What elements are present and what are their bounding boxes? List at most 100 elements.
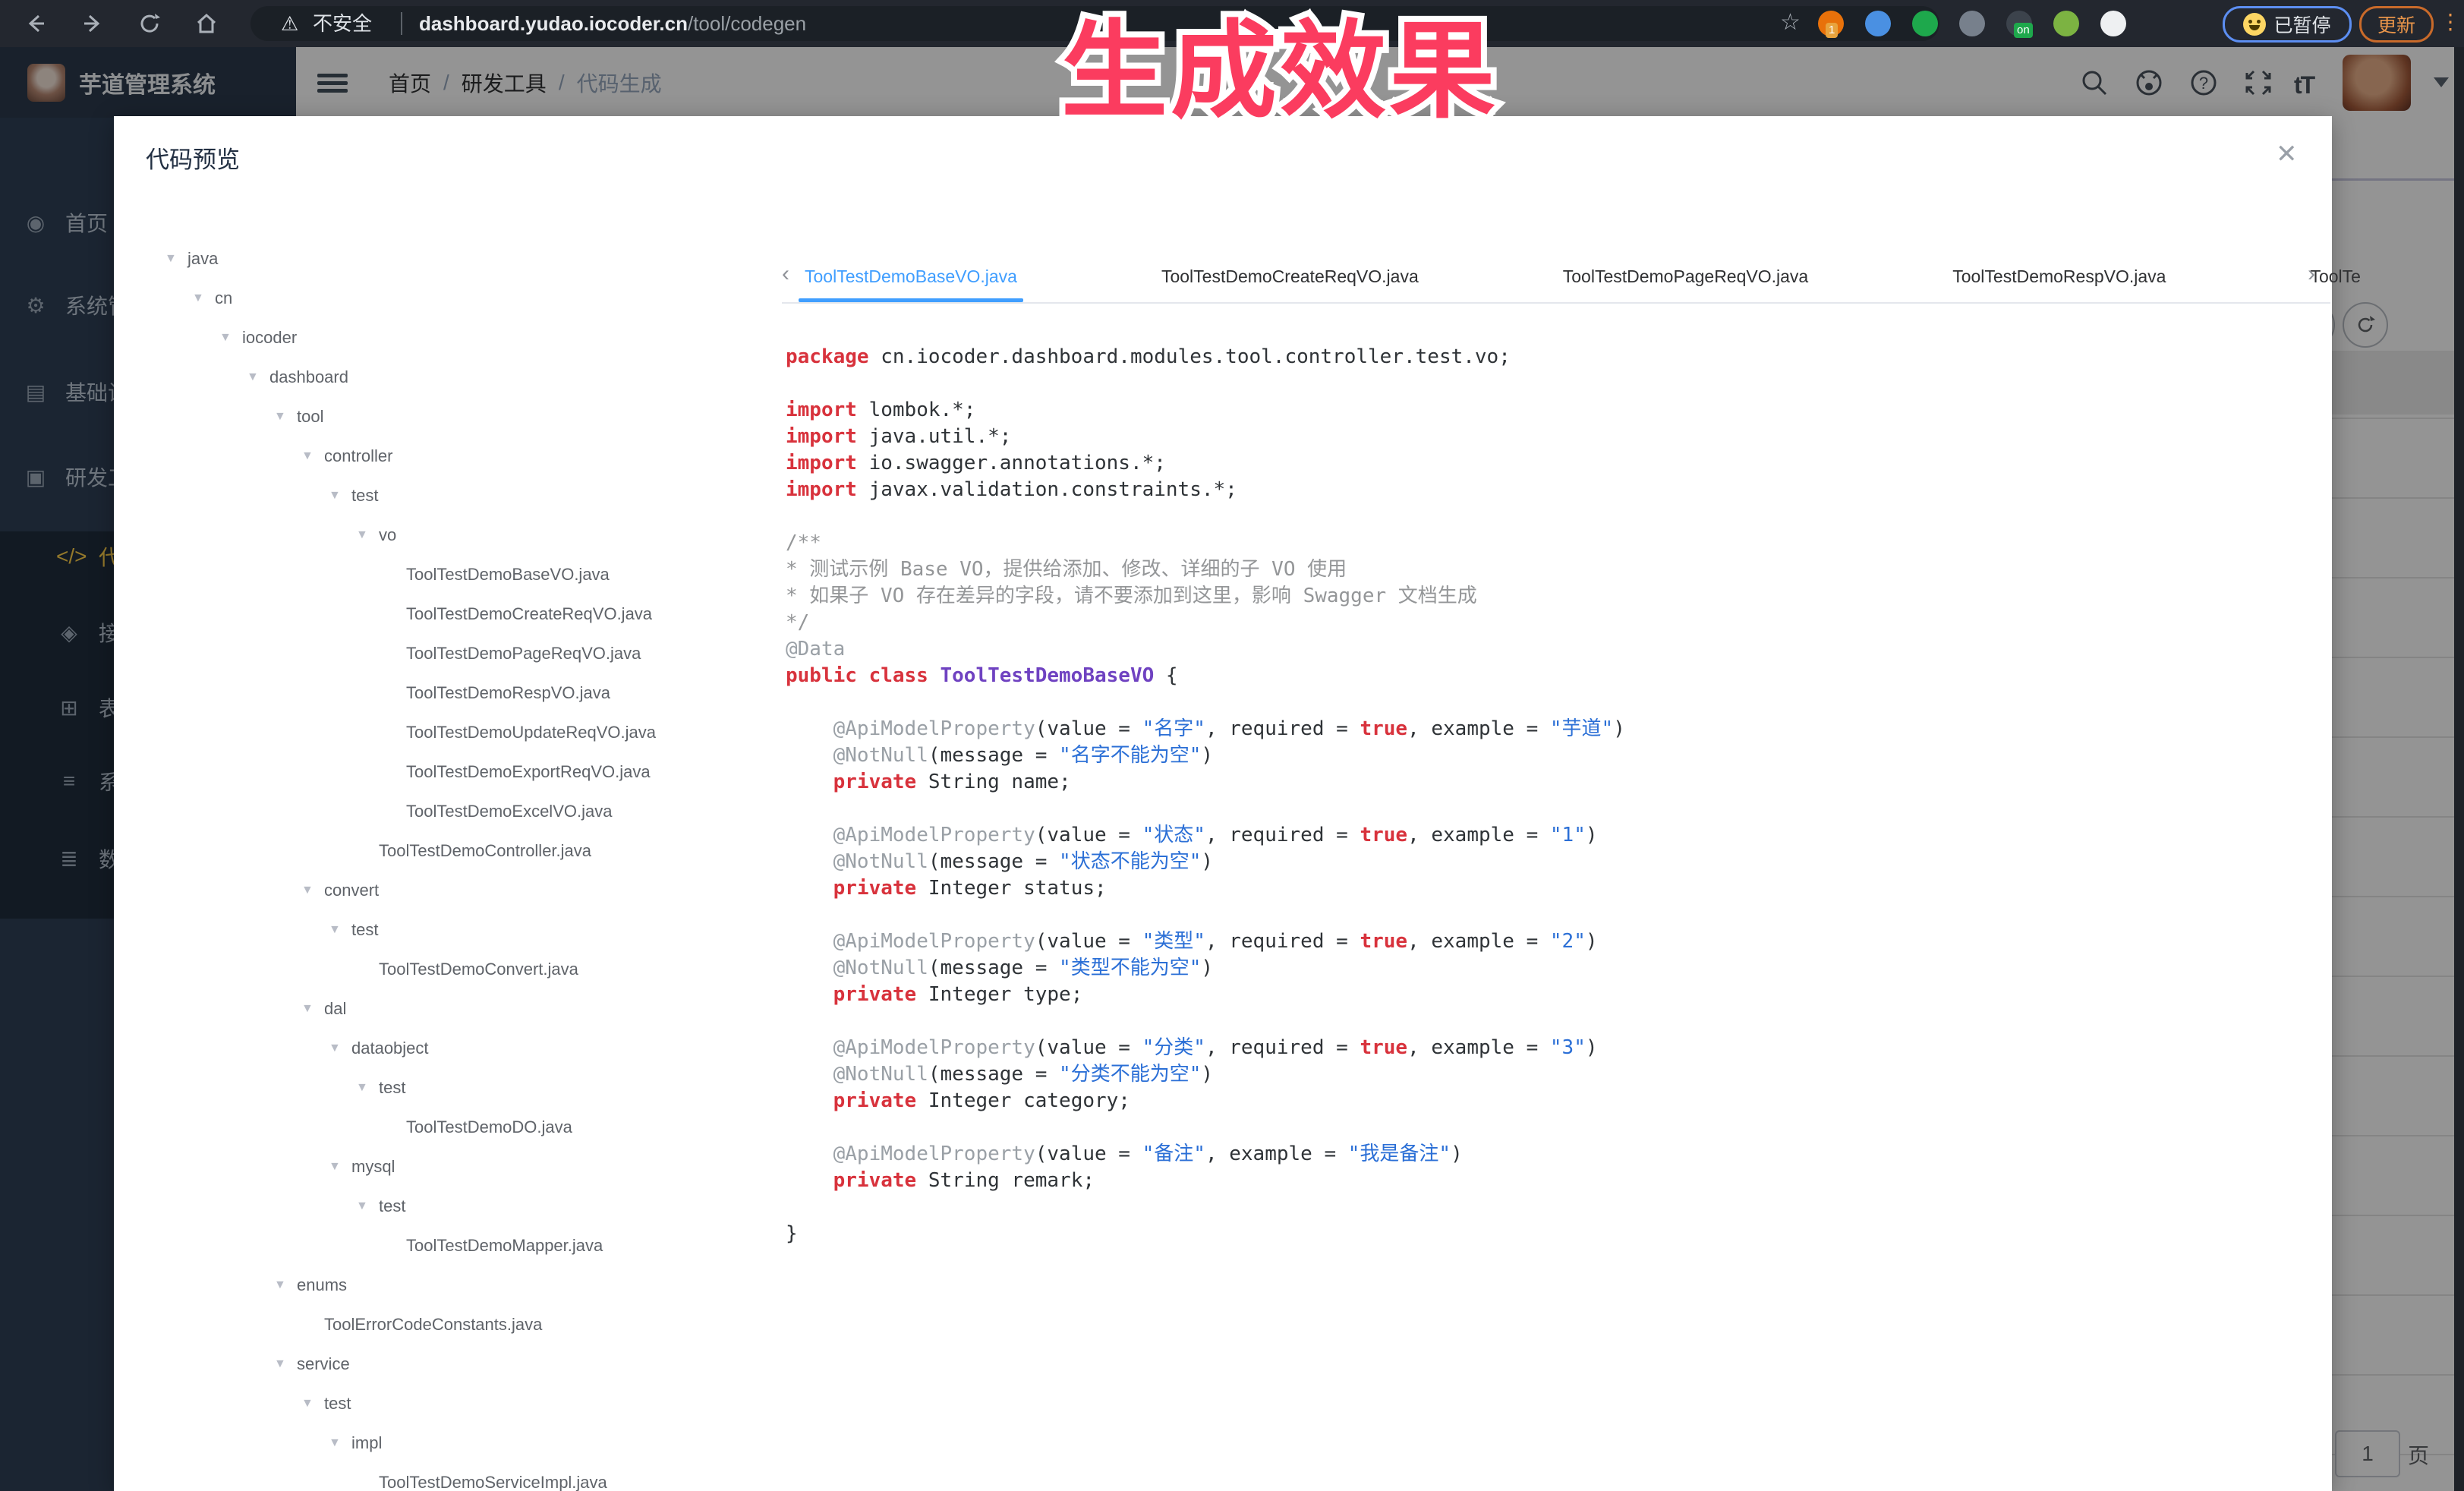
code-line: @ApiModelProperty(value = "备注", example … bbox=[786, 1141, 2327, 1168]
tree-folder[interactable]: ▼vo bbox=[114, 515, 782, 555]
file-tab[interactable]: ToolTestDemoCreateReqVO.java bbox=[1161, 266, 1419, 287]
tree-folder[interactable]: ▼test bbox=[114, 1068, 782, 1108]
tree-folder[interactable]: ▼dataobject bbox=[114, 1029, 782, 1068]
tree-folder[interactable]: ▼mysql bbox=[114, 1147, 782, 1187]
tree-folder[interactable]: ▼dashboard bbox=[114, 358, 782, 397]
tree-folder[interactable]: ▼java bbox=[114, 239, 782, 279]
tree-node-label: cn bbox=[215, 288, 232, 308]
reload-icon[interactable] bbox=[137, 11, 162, 36]
tree-folder[interactable]: ▼controller bbox=[114, 437, 782, 476]
ext-drop-icon[interactable] bbox=[1865, 11, 1891, 36]
code-line: @NotNull(message = "状态不能为空") bbox=[786, 849, 2327, 875]
caret-down-icon[interactable]: ▼ bbox=[192, 292, 215, 305]
tree-file[interactable]: ToolTestDemoCreateReqVO.java bbox=[114, 594, 782, 634]
tree-folder[interactable]: ▼test bbox=[114, 1187, 782, 1226]
tree-file[interactable]: ToolTestDemoServiceImpl.java bbox=[114, 1463, 782, 1491]
caret-down-icon[interactable]: ▼ bbox=[356, 1081, 379, 1095]
code-line: private String remark; bbox=[786, 1168, 2327, 1194]
tree-folder[interactable]: ▼enums bbox=[114, 1266, 782, 1305]
tree-file[interactable]: ToolTestDemoUpdateReqVO.java bbox=[114, 713, 782, 752]
ext-green-icon[interactable] bbox=[1912, 11, 1938, 36]
browser-menu-icon[interactable]: ⋮ bbox=[2440, 9, 2461, 34]
ext-diamond-icon[interactable] bbox=[1959, 11, 1985, 36]
security-warning-icon[interactable]: ⚠ bbox=[281, 6, 298, 41]
tree-folder[interactable]: ▼cn bbox=[114, 279, 782, 318]
code-line: private Integer status; bbox=[786, 875, 2327, 902]
caret-down-icon[interactable]: ▼ bbox=[274, 1357, 297, 1371]
tree-file[interactable]: ToolTestDemoConvert.java bbox=[114, 950, 782, 989]
caret-down-icon[interactable]: ▼ bbox=[219, 331, 242, 345]
tree-folder[interactable]: ▼test bbox=[114, 910, 782, 950]
tree-file[interactable]: ToolTestDemoExcelVO.java bbox=[114, 792, 782, 831]
tree-node-label: test bbox=[379, 1078, 405, 1098]
caret-down-icon[interactable]: ▼ bbox=[247, 370, 269, 384]
tabs-scroll-left-icon[interactable]: ‹ bbox=[782, 261, 789, 287]
file-tab[interactable]: ToolTe bbox=[2310, 266, 2360, 287]
tree-file[interactable]: ToolTestDemoController.java bbox=[114, 831, 782, 871]
code-line: @ApiModelProperty(value = "状态", required… bbox=[786, 822, 2327, 849]
caret-down-icon[interactable]: ▼ bbox=[329, 489, 351, 503]
tree-folder[interactable]: ▼test bbox=[114, 476, 782, 515]
forward-icon[interactable] bbox=[80, 11, 106, 36]
code-line: * 测试示例 Base VO，提供给添加、修改、详细的子 VO 使用 bbox=[786, 556, 2327, 583]
ext-switch-icon[interactable]: on bbox=[2006, 11, 2032, 36]
caret-down-icon[interactable]: ▼ bbox=[329, 1436, 351, 1450]
caret-down-icon[interactable]: ▼ bbox=[165, 252, 187, 266]
tree-file[interactable]: ToolTestDemoRespVO.java bbox=[114, 673, 782, 713]
code-line: @NotNull(message = "类型不能为空") bbox=[786, 955, 2327, 982]
caret-down-icon[interactable]: ▼ bbox=[301, 1002, 324, 1016]
file-tab[interactable]: ToolTestDemoPageReqVO.java bbox=[1563, 266, 1808, 287]
caret-down-icon[interactable]: ▼ bbox=[274, 1278, 297, 1292]
tree-file[interactable]: ToolTestDemoDO.java bbox=[114, 1108, 782, 1147]
url-host: dashboard.yudao.iocoder.cn bbox=[419, 12, 688, 35]
tree-node-label: test bbox=[379, 1196, 405, 1216]
ext-puzzle-icon[interactable] bbox=[2100, 11, 2126, 36]
caret-down-icon[interactable]: ▼ bbox=[329, 1160, 351, 1174]
close-icon[interactable]: ✕ bbox=[2276, 139, 2298, 169]
caret-down-icon[interactable]: ▼ bbox=[329, 1042, 351, 1055]
tree-folder[interactable]: ▼service bbox=[114, 1344, 782, 1384]
file-tab[interactable]: ToolTestDemoRespVO.java bbox=[1952, 266, 2166, 287]
caret-down-icon[interactable]: ▼ bbox=[301, 1397, 324, 1411]
code-line: @NotNull(message = "名字不能为空") bbox=[786, 742, 2327, 769]
tree-file[interactable]: ToolTestDemoExportReqVO.java bbox=[114, 752, 782, 792]
tree-file[interactable]: ToolTestDemoMapper.java bbox=[114, 1226, 782, 1266]
back-icon[interactable] bbox=[23, 11, 49, 36]
file-tree: ▼java▼cn▼iocoder▼dashboard▼tool▼controll… bbox=[114, 239, 782, 1491]
paused-extension-button[interactable]: 已暂停 bbox=[2223, 6, 2352, 43]
file-tab[interactable]: ToolTestDemoBaseVO.java bbox=[805, 266, 1017, 287]
tree-node-label: enums bbox=[297, 1275, 347, 1295]
tree-file[interactable]: ToolTestDemoBaseVO.java bbox=[114, 555, 782, 594]
caret-down-icon[interactable]: ▼ bbox=[329, 923, 351, 937]
ext-shield-icon[interactable]: 1 bbox=[1818, 11, 1844, 36]
tree-folder[interactable]: ▼convert bbox=[114, 871, 782, 910]
tree-file[interactable]: ToolTestDemoPageReqVO.java bbox=[114, 634, 782, 673]
home-icon[interactable] bbox=[194, 11, 219, 36]
caret-down-icon[interactable]: ▼ bbox=[274, 410, 297, 424]
tree-folder[interactable]: ▼iocoder bbox=[114, 318, 782, 358]
tree-folder[interactable]: ▼dal bbox=[114, 989, 782, 1029]
chrome-update-button[interactable]: 更新 bbox=[2359, 6, 2434, 43]
tree-node-label: controller bbox=[324, 446, 392, 466]
caret-down-icon[interactable]: ▼ bbox=[301, 884, 324, 897]
security-label[interactable]: 不安全 bbox=[313, 6, 372, 41]
paused-label: 已暂停 bbox=[2273, 11, 2330, 38]
code-line: @ApiModelProperty(value = "分类", required… bbox=[786, 1035, 2327, 1061]
tree-folder[interactable]: ▼tool bbox=[114, 397, 782, 437]
code-line bbox=[786, 689, 2327, 716]
tree-node-label: ToolTestDemoController.java bbox=[379, 841, 591, 861]
tabs-scroll-right-icon[interactable]: › bbox=[2308, 261, 2315, 287]
browser-scrollbar[interactable] bbox=[2454, 47, 2464, 1491]
tree-file[interactable]: ToolErrorCodeConstants.java bbox=[114, 1305, 782, 1344]
caret-down-icon[interactable]: ▼ bbox=[301, 449, 324, 463]
bookmark-star-icon[interactable]: ☆ bbox=[1780, 9, 1801, 36]
tree-folder[interactable]: ▼impl bbox=[114, 1423, 782, 1463]
tree-node-label: ToolTestDemoCreateReqVO.java bbox=[406, 604, 652, 624]
url-text[interactable]: dashboard.yudao.iocoder.cn/tool/codegen bbox=[419, 6, 806, 41]
caret-down-icon[interactable]: ▼ bbox=[356, 528, 379, 542]
code-view[interactable]: package cn.iocoder.dashboard.modules.too… bbox=[786, 344, 2327, 1247]
tree-folder[interactable]: ▼test bbox=[114, 1384, 782, 1423]
ext-leaf-icon[interactable] bbox=[2053, 11, 2079, 36]
extension-badge: on bbox=[2014, 23, 2033, 38]
caret-down-icon[interactable]: ▼ bbox=[356, 1199, 379, 1213]
